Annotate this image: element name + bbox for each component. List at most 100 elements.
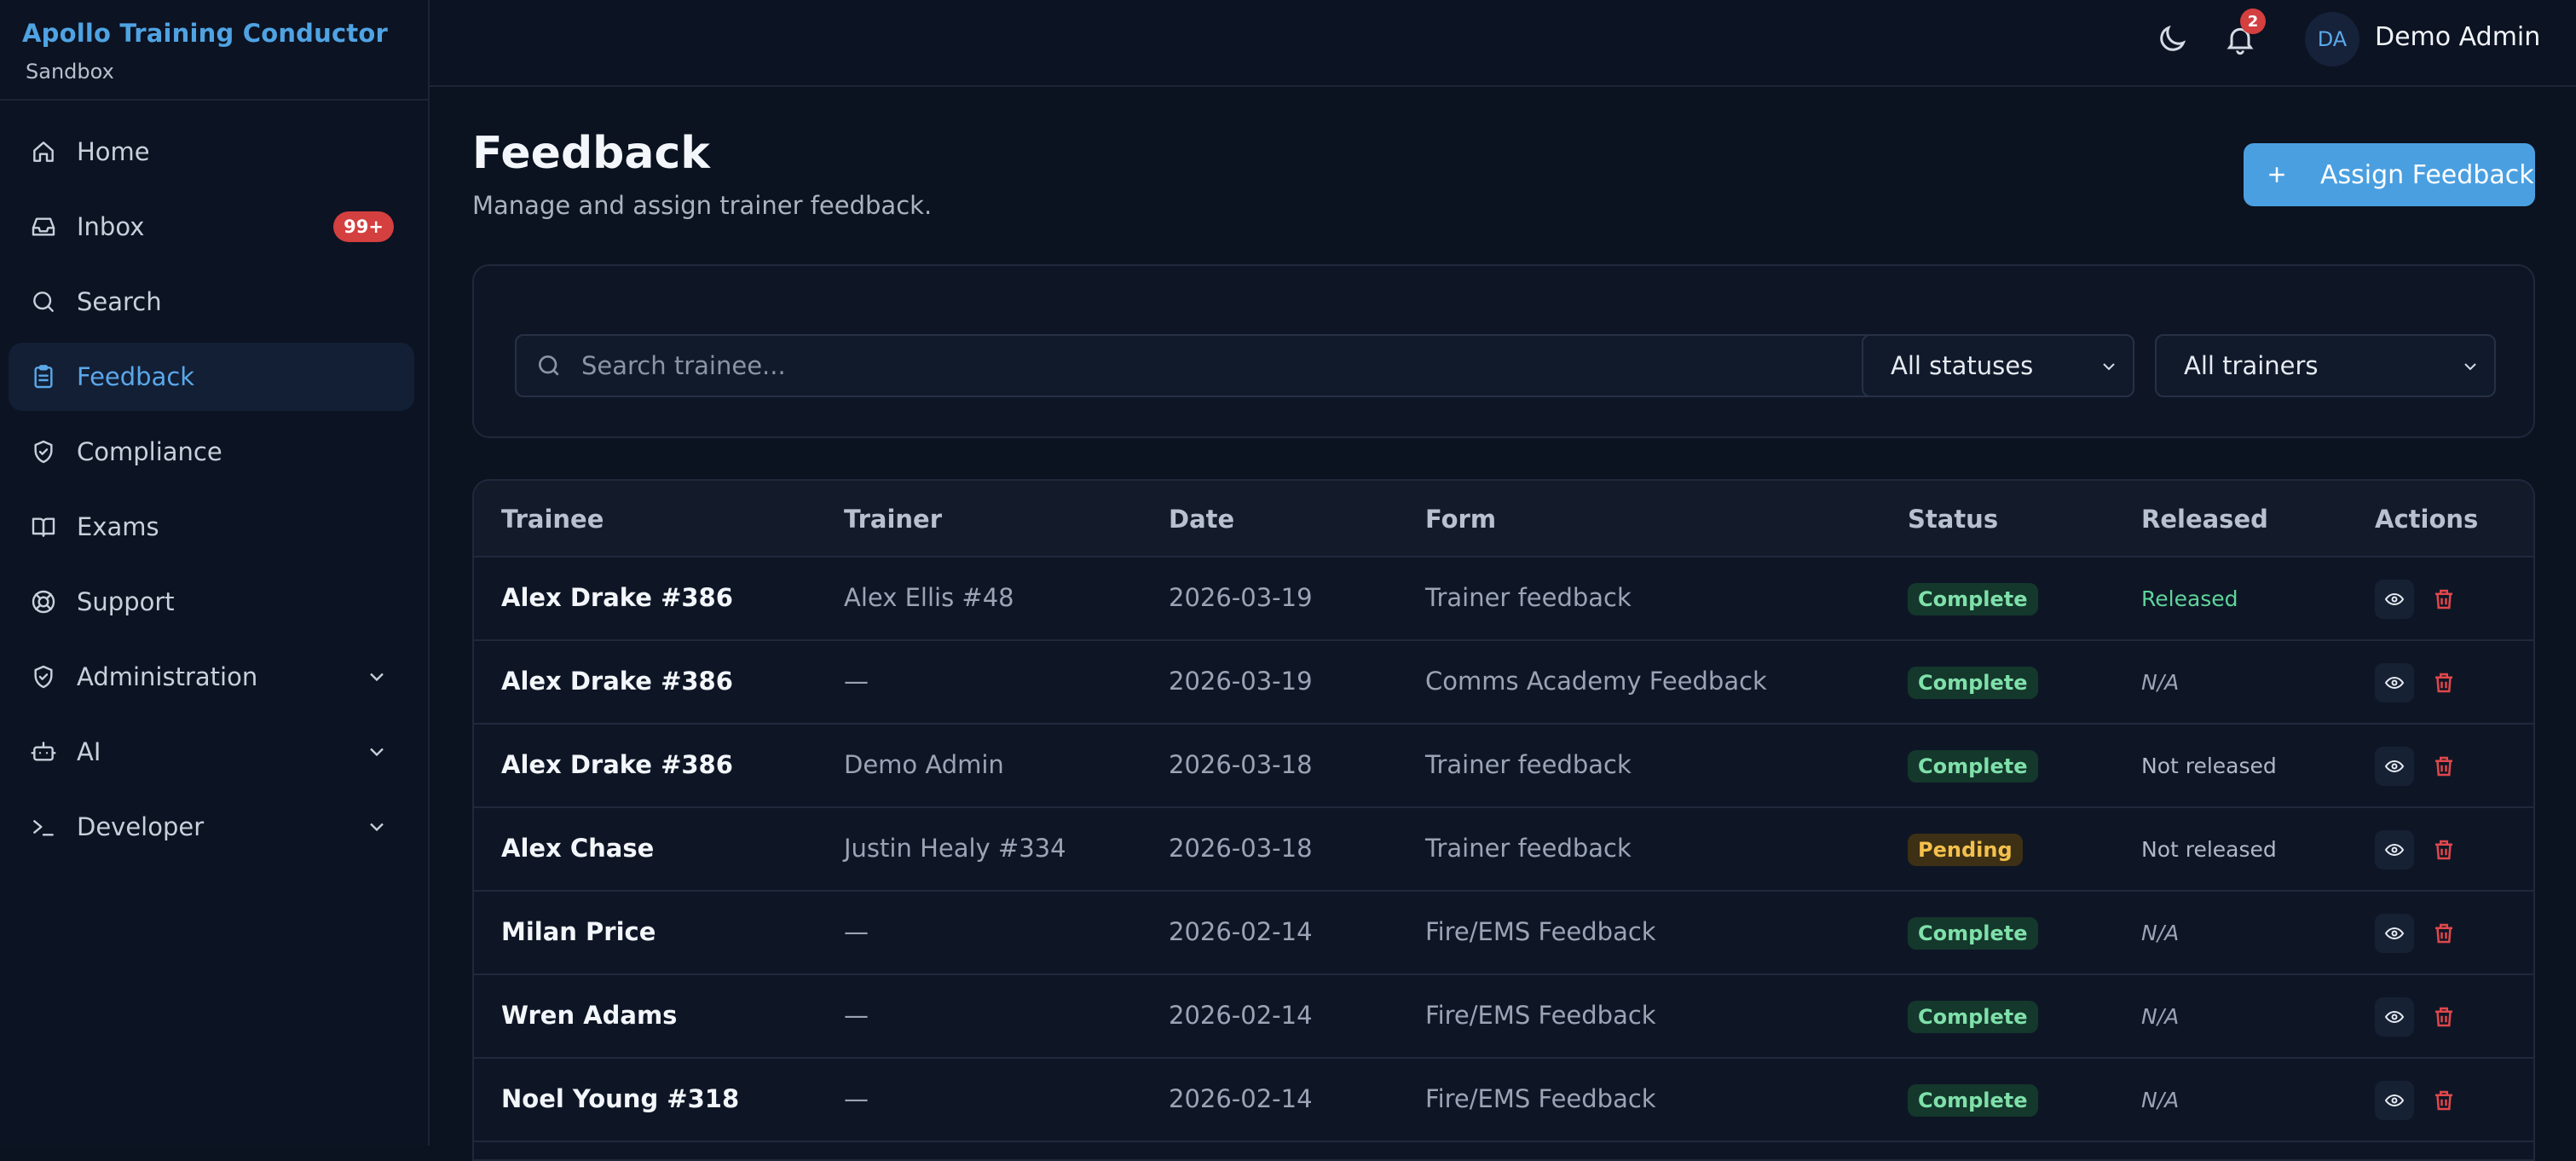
table-row[interactable]: Alex Drake #386 Alex Ellis #48 2026-03-19 T… [474, 557, 2533, 641]
app-title[interactable]: Apollo Training Conductor [22, 19, 406, 48]
trainee-cell[interactable]: Alex Chase [501, 834, 654, 863]
chevron-down-icon[interactable] [365, 740, 389, 764]
sidebar-item-home[interactable]: Home [9, 118, 414, 186]
column-header-date[interactable]: Date [1169, 505, 1234, 534]
view-button[interactable] [2375, 663, 2414, 702]
sidebar-item-ai[interactable]: AI [9, 718, 414, 786]
status-badge: Complete [1908, 1084, 2038, 1117]
sidebar-item-label: Search [77, 287, 162, 316]
table-row[interactable]: Noel Young #318 — 2026-02-14 Fire/EMS Feedb… [474, 1059, 2533, 1142]
trash-icon[interactable] [2431, 837, 2457, 863]
assign-feedback-label: Assign Feedback [2320, 159, 2534, 190]
plus-icon [2269, 167, 2284, 182]
released-status: Not released [2141, 837, 2277, 862]
trash-icon[interactable] [2431, 1088, 2457, 1113]
sidebar-item-label: Compliance [77, 437, 222, 466]
trainer-select-value: All trainers [2184, 351, 2319, 380]
released-status: Not released [2141, 754, 2277, 778]
sidebar-item-inbox[interactable]: Inbox 99+ [9, 193, 414, 261]
filter-panel: All statuses All trainers [472, 264, 2535, 438]
assign-feedback-button[interactable]: Assign Feedback [2244, 143, 2535, 206]
column-header-status[interactable]: Status [1908, 505, 1998, 534]
trainer-cell: Justin Healy #334 [844, 834, 1066, 863]
sidebar-item-support[interactable]: Support [9, 568, 414, 636]
notification-badge: 2 [2240, 9, 2266, 34]
trash-icon[interactable] [2431, 586, 2457, 612]
sidebar-item-label: AI [77, 737, 101, 766]
view-button[interactable] [2375, 997, 2414, 1037]
trainer-cell: — [844, 1084, 869, 1113]
user-name[interactable]: Demo Admin [2375, 22, 2540, 52]
date-cell: 2026-03-19 [1169, 667, 1313, 696]
sidebar-item-label: Administration [77, 662, 258, 691]
trainee-cell[interactable]: Alex Drake #386 [501, 667, 733, 696]
view-button[interactable] [2375, 914, 2414, 953]
sidebar-item-label: Exams [77, 512, 159, 541]
moon-icon[interactable] [2155, 22, 2189, 56]
trainee-cell[interactable]: Alex Drake #386 [501, 750, 733, 779]
form-cell: Trainer feedback [1425, 583, 1632, 612]
date-cell: 2026-02-14 [1169, 917, 1313, 946]
sidebar-item-exams[interactable]: Exams [9, 493, 414, 561]
sidebar-item-administration[interactable]: Administration [9, 643, 414, 711]
table-row[interactable]: Alex Chase Justin Healy #334 2026-03-18 Tra… [474, 808, 2533, 892]
sidebar-item-label: Feedback [77, 362, 195, 391]
main-content: 2 DA Demo Admin Feedback Manage and assi… [430, 0, 2576, 1161]
sidebar-item-developer[interactable]: Developer [9, 793, 414, 861]
sidebar-item-compliance[interactable]: Compliance [9, 418, 414, 486]
chevron-down-icon [2464, 363, 2476, 371]
sidebar-item-feedback[interactable]: Feedback [9, 343, 414, 411]
status-select[interactable]: All statuses [1862, 334, 2134, 397]
view-button[interactable] [2375, 747, 2414, 786]
trash-icon[interactable] [2431, 754, 2457, 779]
column-header-trainee[interactable]: Trainee [501, 505, 604, 534]
released-status: N/A [2141, 670, 2180, 695]
trainee-cell[interactable]: Wren Adams [501, 1001, 677, 1030]
trainee-cell[interactable]: Alex Drake #386 [501, 583, 733, 612]
view-button[interactable] [2375, 580, 2414, 619]
column-header-released[interactable]: Released [2141, 505, 2268, 534]
view-button[interactable] [2375, 830, 2414, 869]
date-cell: 2026-02-14 [1169, 1084, 1313, 1113]
date-cell: 2026-03-18 [1169, 834, 1313, 863]
form-cell: Trainer feedback [1425, 750, 1632, 779]
sidebar-item-label: Support [77, 587, 175, 616]
sidebar-item-label: Home [77, 137, 150, 166]
search-field[interactable] [515, 334, 1887, 397]
search-input[interactable] [580, 350, 1776, 381]
brand: Apollo Training Conductor Sandbox [0, 0, 428, 101]
column-header-trainer[interactable]: Trainer [844, 505, 942, 534]
trash-icon[interactable] [2431, 1004, 2457, 1030]
view-button[interactable] [2375, 1081, 2414, 1120]
date-cell: 2026-03-19 [1169, 583, 1313, 612]
table-row[interactable]: Alex Drake #386 Demo Admin 2026-03-18 Train… [474, 725, 2533, 808]
released-status: N/A [2141, 1004, 2180, 1029]
form-cell: Comms Academy Feedback [1425, 667, 1767, 696]
book-icon [29, 512, 58, 541]
trainer-cell: — [844, 917, 869, 946]
page-title: Feedback [472, 128, 710, 179]
table-row[interactable]: Milan Price — 2026-02-14 Fire/EMS Feedback C… [474, 892, 2533, 975]
trainer-select[interactable]: All trainers [2155, 334, 2496, 397]
trash-icon[interactable] [2431, 921, 2457, 946]
eye-icon [2384, 760, 2405, 773]
trash-icon[interactable] [2431, 670, 2457, 696]
table-row[interactable]: Wren Adams — 2026-02-14 Fire/EMS Feedback Co… [474, 975, 2533, 1059]
trainer-cell: Demo Admin [844, 750, 1004, 779]
table-row[interactable]: Alex Drake #386 — 2026-03-19 Comms Academy … [474, 641, 2533, 725]
sidebar-item-search[interactable]: Search [9, 268, 414, 336]
column-header-actions[interactable]: Actions [2375, 505, 2478, 534]
chevron-down-icon[interactable] [365, 665, 389, 689]
home-icon [29, 137, 58, 166]
chevron-down-icon [2103, 363, 2115, 371]
column-header-form[interactable]: Form [1425, 505, 1496, 534]
avatar[interactable]: DA [2305, 12, 2359, 66]
released-status: Released [2141, 586, 2238, 611]
status-badge: Complete [1908, 583, 2038, 615]
released-status: N/A [2141, 1088, 2180, 1112]
chevron-down-icon[interactable] [365, 815, 389, 839]
trainee-cell[interactable]: Milan Price [501, 917, 656, 946]
status-badge: Complete [1908, 1001, 2038, 1033]
eye-icon [2384, 676, 2405, 690]
trainee-cell[interactable]: Noel Young #318 [501, 1084, 739, 1113]
